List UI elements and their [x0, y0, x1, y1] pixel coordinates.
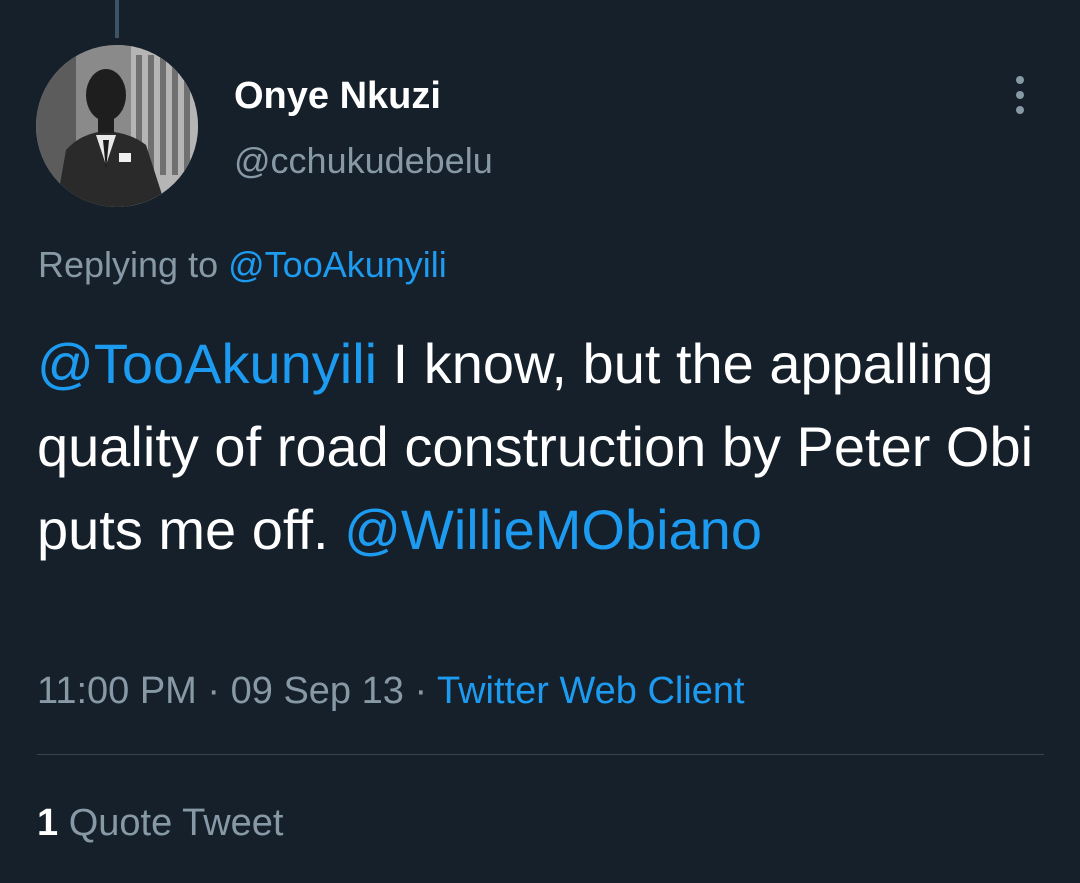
divider: [37, 754, 1044, 755]
quote-tweets-stat[interactable]: 1 Quote Tweet: [37, 799, 283, 847]
replying-to-line: Replying to @TooAkunyili: [38, 242, 447, 288]
tweet-date[interactable]: 09 Sep 13: [231, 670, 404, 712]
meta-separator: ·: [403, 670, 437, 712]
quote-tweet-label: Quote Tweet: [68, 802, 284, 844]
tweet-mention-end[interactable]: @WillieMObiano: [344, 498, 762, 561]
author-display-name[interactable]: Onye Nkuzi: [234, 73, 441, 119]
avatar[interactable]: [36, 45, 198, 207]
tweet-time[interactable]: 11:00 PM: [37, 670, 197, 712]
meta-separator: ·: [196, 670, 231, 712]
replying-to-label: Replying to: [38, 244, 219, 285]
more-options-icon: [1016, 76, 1024, 84]
more-options-icon-dot: [1016, 91, 1024, 99]
tweet-source[interactable]: Twitter Web Client: [437, 670, 745, 712]
tweet-metadata: 11:00 PM · 09 Sep 13 · Twitter Web Clien…: [37, 667, 745, 715]
replying-to-mention[interactable]: @TooAkunyili: [228, 244, 447, 285]
quote-tweet-count: 1: [37, 802, 59, 844]
more-options-icon-dot: [1016, 106, 1024, 114]
avatar-photo: [36, 45, 198, 207]
tweet-mention-start[interactable]: @TooAkunyili: [37, 332, 377, 395]
more-options-button[interactable]: [1000, 70, 1040, 120]
thread-connector-line: [115, 0, 119, 38]
tweet-text: @TooAkunyili I know, but the appalling q…: [37, 322, 1037, 571]
author-handle[interactable]: @cchukudebelu: [234, 139, 493, 183]
